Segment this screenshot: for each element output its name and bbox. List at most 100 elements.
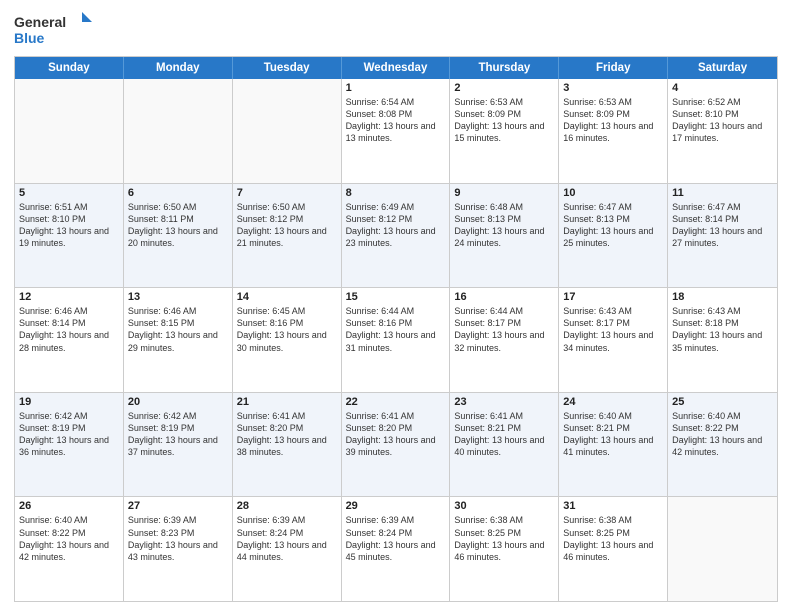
day-number-3: 3 (563, 82, 663, 94)
day-number-28: 28 (237, 500, 337, 512)
day-info-11: Sunrise: 6:47 AM Sunset: 8:14 PM Dayligh… (672, 201, 773, 250)
day-28: 28 Sunrise: 6:39 AM Sunset: 8:24 PM Dayli… (233, 497, 342, 601)
day-10: 10 Sunrise: 6:47 AM Sunset: 8:13 PM Dayli… (559, 184, 668, 288)
day-5: 5 Sunrise: 6:51 AM Sunset: 8:10 PM Daylig… (15, 184, 124, 288)
header-day-wednesday: Wednesday (342, 57, 451, 79)
logo: General Blue (14, 10, 94, 50)
day-number-1: 1 (346, 82, 446, 94)
header: General Blue (14, 10, 778, 50)
day-27: 27 Sunrise: 6:39 AM Sunset: 8:23 PM Dayli… (124, 497, 233, 601)
day-6: 6 Sunrise: 6:50 AM Sunset: 8:11 PM Daylig… (124, 184, 233, 288)
day-29: 29Sunrise: 6:39 AM Sunset: 8:24 PM Dayli… (342, 497, 451, 601)
day-info-2: Sunrise: 6:53 AM Sunset: 8:09 PM Dayligh… (454, 96, 554, 145)
day-25: 25 Sunrise: 6:40 AM Sunset: 8:22 PM Dayli… (668, 393, 777, 497)
day-24: 24 Sunrise: 6:40 AM Sunset: 8:21 PM Dayli… (559, 393, 668, 497)
header-day-tuesday: Tuesday (233, 57, 342, 79)
day-info-25: Sunrise: 6:40 AM Sunset: 8:22 PM Dayligh… (672, 410, 773, 459)
day-info-14: Sunrise: 6:45 AM Sunset: 8:16 PM Dayligh… (237, 305, 337, 354)
day-number-2: 2 (454, 82, 554, 94)
day-info-1: Sunrise: 6:54 AM Sunset: 8:08 PM Dayligh… (346, 96, 446, 145)
week-row-2: 5 Sunrise: 6:51 AM Sunset: 8:10 PM Daylig… (15, 183, 777, 288)
day-number-9: 9 (454, 187, 554, 199)
page: General Blue SundayMondayTuesdayWednesda… (0, 0, 792, 612)
empty-cell-0-0 (15, 79, 124, 183)
day-14: 14 Sunrise: 6:45 AM Sunset: 8:16 PM Dayli… (233, 288, 342, 392)
day-number-24: 24 (563, 396, 663, 408)
empty-cell-4-6 (668, 497, 777, 601)
day-1: 1 Sunrise: 6:54 AM Sunset: 8:08 PM Daylig… (342, 79, 451, 183)
day-12: 12Sunrise: 6:46 AM Sunset: 8:14 PM Dayli… (15, 288, 124, 392)
day-number-21: 21 (237, 396, 337, 408)
day-info-17: Sunrise: 6:43 AM Sunset: 8:17 PM Dayligh… (563, 305, 663, 354)
day-number-5: 5 (19, 187, 119, 199)
svg-text:General: General (14, 14, 66, 30)
day-number-15: 15 (346, 291, 446, 303)
day-info-4: Sunrise: 6:52 AM Sunset: 8:10 PM Dayligh… (672, 96, 773, 145)
day-number-26: 26 (19, 500, 119, 512)
day-info-12: Sunrise: 6:46 AM Sunset: 8:14 PM Dayligh… (19, 305, 119, 354)
empty-cell-0-1 (124, 79, 233, 183)
day-number-20: 20 (128, 396, 228, 408)
day-info-6: Sunrise: 6:50 AM Sunset: 8:11 PM Dayligh… (128, 201, 228, 250)
day-number-29: 29 (346, 500, 446, 512)
day-20: 20 Sunrise: 6:42 AM Sunset: 8:19 PM Dayli… (124, 393, 233, 497)
day-info-27: Sunrise: 6:39 AM Sunset: 8:23 PM Dayligh… (128, 514, 228, 563)
week-row-4: 19 Sunrise: 6:42 AM Sunset: 8:19 PM Dayli… (15, 392, 777, 497)
day-19: 19Sunrise: 6:42 AM Sunset: 8:19 PM Dayli… (15, 393, 124, 497)
header-day-saturday: Saturday (668, 57, 777, 79)
day-number-7: 7 (237, 187, 337, 199)
week-row-3: 12Sunrise: 6:46 AM Sunset: 8:14 PM Dayli… (15, 287, 777, 392)
day-number-18: 18 (672, 291, 773, 303)
calendar: SundayMondayTuesdayWednesdayThursdayFrid… (14, 56, 778, 602)
day-number-25: 25 (672, 396, 773, 408)
week-row-1: 1 Sunrise: 6:54 AM Sunset: 8:08 PM Daylig… (15, 79, 777, 183)
day-13: 13 Sunrise: 6:46 AM Sunset: 8:15 PM Dayli… (124, 288, 233, 392)
day-21: 21 Sunrise: 6:41 AM Sunset: 8:20 PM Dayli… (233, 393, 342, 497)
day-15: 15Sunrise: 6:44 AM Sunset: 8:16 PM Dayli… (342, 288, 451, 392)
day-info-13: Sunrise: 6:46 AM Sunset: 8:15 PM Dayligh… (128, 305, 228, 354)
day-info-22: Sunrise: 6:41 AM Sunset: 8:20 PM Dayligh… (346, 410, 446, 459)
day-info-20: Sunrise: 6:42 AM Sunset: 8:19 PM Dayligh… (128, 410, 228, 459)
week-row-5: 26 Sunrise: 6:40 AM Sunset: 8:22 PM Dayli… (15, 496, 777, 601)
day-4: 4 Sunrise: 6:52 AM Sunset: 8:10 PM Daylig… (668, 79, 777, 183)
day-8: 8 Sunrise: 6:49 AM Sunset: 8:12 PM Daylig… (342, 184, 451, 288)
day-number-17: 17 (563, 291, 663, 303)
day-number-10: 10 (563, 187, 663, 199)
day-9: 9 Sunrise: 6:48 AM Sunset: 8:13 PM Daylig… (450, 184, 559, 288)
day-31: 31Sunrise: 6:38 AM Sunset: 8:25 PM Dayli… (559, 497, 668, 601)
day-number-14: 14 (237, 291, 337, 303)
day-3: 3 Sunrise: 6:53 AM Sunset: 8:09 PM Daylig… (559, 79, 668, 183)
day-info-18: Sunrise: 6:43 AM Sunset: 8:18 PM Dayligh… (672, 305, 773, 354)
day-number-4: 4 (672, 82, 773, 94)
day-info-5: Sunrise: 6:51 AM Sunset: 8:10 PM Dayligh… (19, 201, 119, 250)
day-info-30: Sunrise: 6:38 AM Sunset: 8:25 PM Dayligh… (454, 514, 554, 563)
header-day-monday: Monday (124, 57, 233, 79)
day-info-8: Sunrise: 6:49 AM Sunset: 8:12 PM Dayligh… (346, 201, 446, 250)
day-23: 23Sunrise: 6:41 AM Sunset: 8:21 PM Dayli… (450, 393, 559, 497)
day-number-13: 13 (128, 291, 228, 303)
day-number-19: 19 (19, 396, 119, 408)
day-info-21: Sunrise: 6:41 AM Sunset: 8:20 PM Dayligh… (237, 410, 337, 459)
day-number-23: 23 (454, 396, 554, 408)
day-number-22: 22 (346, 396, 446, 408)
day-info-9: Sunrise: 6:48 AM Sunset: 8:13 PM Dayligh… (454, 201, 554, 250)
day-11: 11 Sunrise: 6:47 AM Sunset: 8:14 PM Dayli… (668, 184, 777, 288)
day-info-28: Sunrise: 6:39 AM Sunset: 8:24 PM Dayligh… (237, 514, 337, 563)
day-7: 7 Sunrise: 6:50 AM Sunset: 8:12 PM Daylig… (233, 184, 342, 288)
day-number-8: 8 (346, 187, 446, 199)
day-number-27: 27 (128, 500, 228, 512)
day-info-16: Sunrise: 6:44 AM Sunset: 8:17 PM Dayligh… (454, 305, 554, 354)
day-info-24: Sunrise: 6:40 AM Sunset: 8:21 PM Dayligh… (563, 410, 663, 459)
day-info-10: Sunrise: 6:47 AM Sunset: 8:13 PM Dayligh… (563, 201, 663, 250)
calendar-body: 1 Sunrise: 6:54 AM Sunset: 8:08 PM Daylig… (15, 79, 777, 601)
day-info-31: Sunrise: 6:38 AM Sunset: 8:25 PM Dayligh… (563, 514, 663, 563)
day-number-16: 16 (454, 291, 554, 303)
day-info-3: Sunrise: 6:53 AM Sunset: 8:09 PM Dayligh… (563, 96, 663, 145)
empty-cell-0-2 (233, 79, 342, 183)
svg-text:Blue: Blue (14, 30, 45, 46)
day-number-6: 6 (128, 187, 228, 199)
day-number-11: 11 (672, 187, 773, 199)
day-26: 26 Sunrise: 6:40 AM Sunset: 8:22 PM Dayli… (15, 497, 124, 601)
day-info-26: Sunrise: 6:40 AM Sunset: 8:22 PM Dayligh… (19, 514, 119, 563)
day-info-7: Sunrise: 6:50 AM Sunset: 8:12 PM Dayligh… (237, 201, 337, 250)
